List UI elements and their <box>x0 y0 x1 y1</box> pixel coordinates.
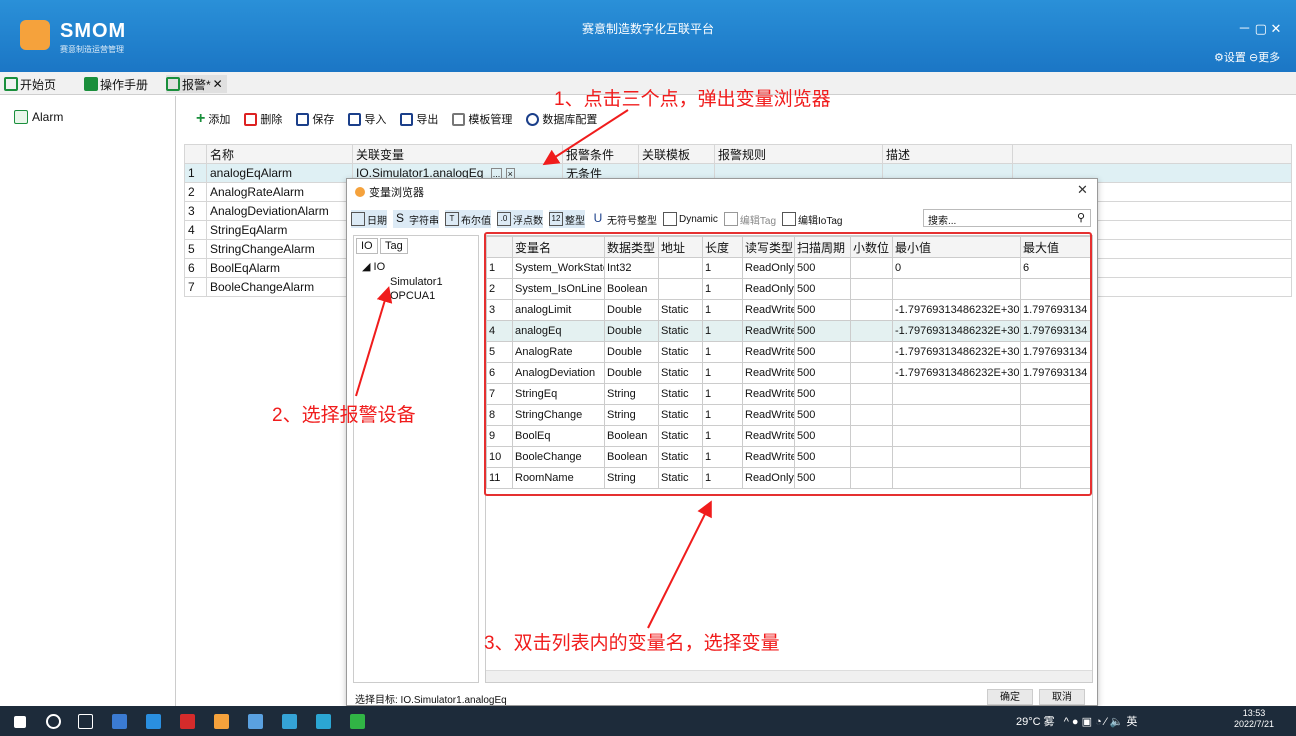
app-icon[interactable] <box>282 714 297 729</box>
browser-icon[interactable] <box>316 714 331 729</box>
vscode-icon[interactable] <box>146 714 161 729</box>
clock-time: 13:53 <box>1242 708 1266 718</box>
search-icon[interactable] <box>46 714 61 729</box>
task-view-icon[interactable] <box>78 714 93 729</box>
start-icon[interactable] <box>14 716 26 728</box>
file-explorer-icon[interactable] <box>112 714 127 729</box>
arrow-step1 <box>542 109 629 166</box>
arrow-step2 <box>355 286 393 397</box>
clock[interactable]: 13:53 2022/7/21 <box>1234 708 1274 730</box>
tray-icons[interactable]: ^ ● ▣ ◔ ⁄ 🔈 英 <box>1064 716 1138 728</box>
wps-icon[interactable] <box>180 714 195 729</box>
clock-date: 2022/7/21 <box>1234 719 1275 729</box>
system-tray: 29°C 雾 ^ ● ▣ ◔ ⁄ 🔈 英 <box>1016 713 1137 729</box>
edit-app-icon[interactable] <box>248 714 263 729</box>
smom-icon[interactable] <box>214 714 229 729</box>
annotation-arrows <box>355 109 712 629</box>
arrow-step3 <box>647 500 712 629</box>
weather-widget[interactable]: 29°C 雾 <box>1016 716 1055 728</box>
wechat-icon[interactable] <box>350 714 365 729</box>
